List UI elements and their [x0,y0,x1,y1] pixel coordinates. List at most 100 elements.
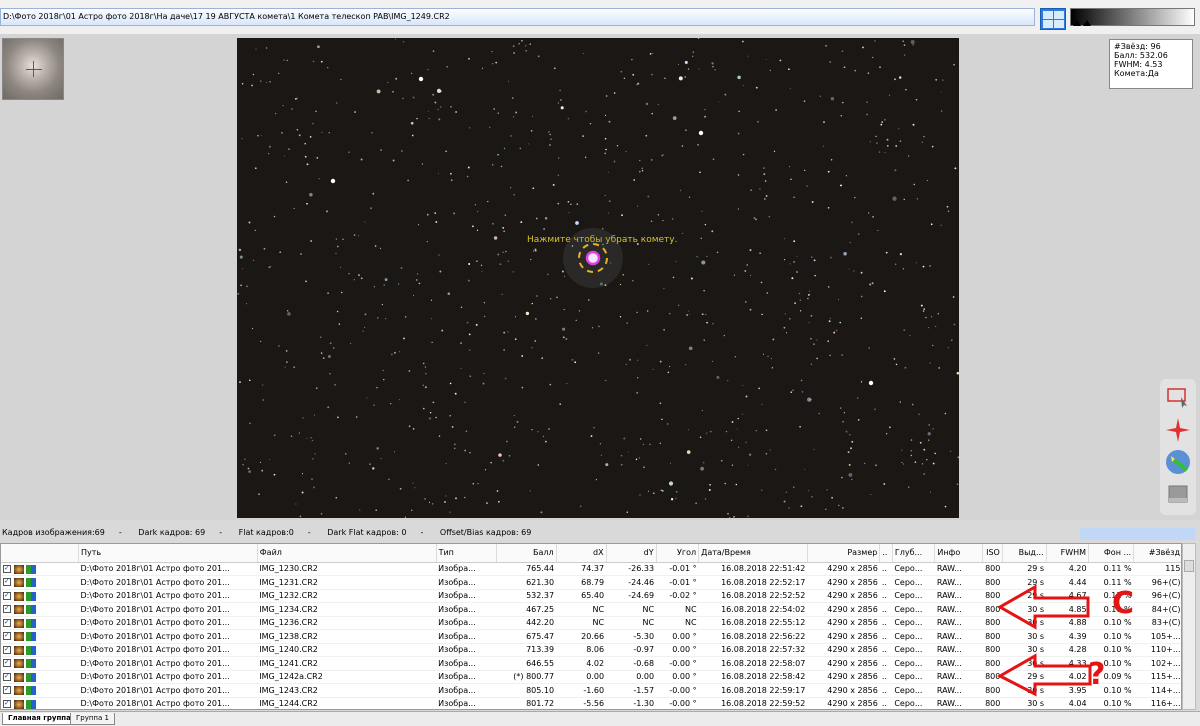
image-viewer: Нажмите чтобы убрать комету. #Звёзд: 96 … [0,34,1200,520]
table-cell: IMG_1243.CR2 [257,683,437,698]
table-cell: IMG_1230.CR2 [257,562,437,576]
column-header[interactable]: Балл [496,544,557,563]
table-cell: 16.08.2018 22:54:02 [698,602,808,617]
light-frame-icon [14,578,24,588]
row-icons[interactable] [1,697,79,709]
table-cell: .. [879,589,893,603]
table-cell: 4290 x 2856 [807,602,880,617]
column-header[interactable]: Глуб... [892,544,936,563]
table-cell: RAW... [934,643,983,657]
table-cell: Изобра... [436,697,497,709]
table-cell: Изобра... [436,643,497,657]
darkflat-frames-count: Dark Flat кадров: 0 [327,528,407,537]
row-checkbox[interactable] [3,672,11,681]
column-header[interactable]: dX [556,544,607,563]
column-header[interactable]: Угол [656,544,700,563]
row-checkbox[interactable] [3,618,11,627]
table-cell: RAW... [934,670,983,684]
astro-image[interactable]: Нажмите чтобы убрать комету. [237,38,959,518]
column-header[interactable]: Размер [807,544,881,563]
frame-counts-bar: Кадров изображения:69- Dark кадров: 69- … [2,528,532,537]
table-cell: .. [879,562,893,576]
column-header[interactable]: Дата/Время [698,544,808,563]
light-frame-icon [14,672,24,682]
row-checkbox[interactable] [3,658,11,668]
row-icons[interactable] [1,670,79,684]
table-cell: -5.30 [606,629,657,644]
table-cell: Изобра... [436,629,497,644]
column-header[interactable]: Фон ... [1088,544,1135,563]
rgb-icon [26,632,36,642]
row-icons[interactable] [1,575,79,590]
column-header[interactable]: Файл [257,544,437,563]
table-cell: -0.00 ° [656,697,699,709]
table-cell: -1.57 [606,683,657,698]
table-cell: RAW... [934,562,983,576]
table-cell: D:\Фото 2018г\01 Астро фото 201... [78,575,258,590]
column-header[interactable]: Путь [78,544,258,563]
rgb-icon [26,564,36,574]
light-frame-icon [14,632,24,642]
table-cell: 442.20 [496,616,557,630]
column-header[interactable]: Тип [436,544,497,563]
comet-tool-icon[interactable] [1165,449,1191,475]
table-cell: 16.08.2018 22:58:42 [698,670,808,684]
row-checkbox[interactable] [3,699,11,708]
layout-windows-icon[interactable] [1040,8,1066,30]
histogram-levels-slider[interactable] [1070,8,1195,26]
annotation-c: C [1112,586,1135,621]
column-header[interactable]: #Звёзд [1133,544,1181,563]
table-cell: 65.40 [556,589,607,603]
column-header[interactable]: .. [879,544,893,563]
table-cell: D:\Фото 2018г\01 Астро фото 201... [78,656,258,671]
row-checkbox[interactable] [3,577,11,587]
rgb-icon [26,699,36,709]
eraser-icon[interactable] [1165,481,1191,507]
row-icons[interactable] [1,616,79,630]
row-icons[interactable] [1,683,79,698]
table-cell: IMG_1236.CR2 [257,616,437,630]
row-icons[interactable] [1,656,79,671]
row-icons[interactable] [1,562,79,576]
table-cell: D:\Фото 2018г\01 Астро фото 201... [78,616,258,630]
column-header[interactable]: Выд... [1002,544,1047,563]
table-cell: .. [879,670,893,684]
fwhm-value: FWHM: 4.53 [1114,60,1163,69]
file-path-field[interactable]: D:\Фото 2018г\01 Астро фото 2018г\На дач… [0,8,1035,26]
row-checkbox[interactable] [3,631,11,641]
table-cell: 16.08.2018 22:57:32 [698,643,808,657]
table-cell: Серо... [892,629,935,644]
column-header[interactable]: Инфо [934,544,983,563]
column-header[interactable]: ISO [982,544,1003,563]
tab-group-1[interactable]: Группа 1 [70,713,115,725]
row-icons[interactable] [1,643,79,657]
column-header[interactable] [1,544,80,563]
row-checkbox[interactable] [3,645,11,654]
select-rectangle-icon[interactable] [1165,385,1191,411]
mid-point-handle[interactable] [1083,20,1091,26]
row-icons[interactable] [1,629,79,644]
row-icons[interactable] [1,589,79,603]
row-icons[interactable] [1,602,79,617]
row-checkbox[interactable] [3,591,11,600]
table-cell: 4290 x 2856 [807,629,880,644]
table-cell: 0.00 ° [656,670,699,684]
table-row[interactable]: D:\Фото 2018г\01 Астро фото 201...IMG_12… [1,562,1181,576]
table-cell: IMG_1231.CR2 [257,575,437,590]
black-point-handle[interactable] [1073,20,1081,26]
table-cell: Изобра... [436,602,497,617]
table-cell: RAW... [934,697,983,709]
table-cell: 16.08.2018 22:58:07 [698,656,808,671]
row-checkbox[interactable] [3,564,11,573]
column-header[interactable]: dY [606,544,657,563]
table-cell: Серо... [892,575,935,590]
rgb-icon [26,659,36,669]
table-cell: D:\Фото 2018г\01 Астро фото 201... [78,562,258,576]
star-marker-icon[interactable] [1165,417,1191,443]
table-cell: -1.60 [556,683,607,698]
tab-main-group[interactable]: Главная группа [2,713,77,725]
row-checkbox[interactable] [3,604,11,614]
table-cell: RAW... [934,629,983,644]
column-header[interactable]: FWHM [1046,544,1090,563]
row-checkbox[interactable] [3,685,11,695]
